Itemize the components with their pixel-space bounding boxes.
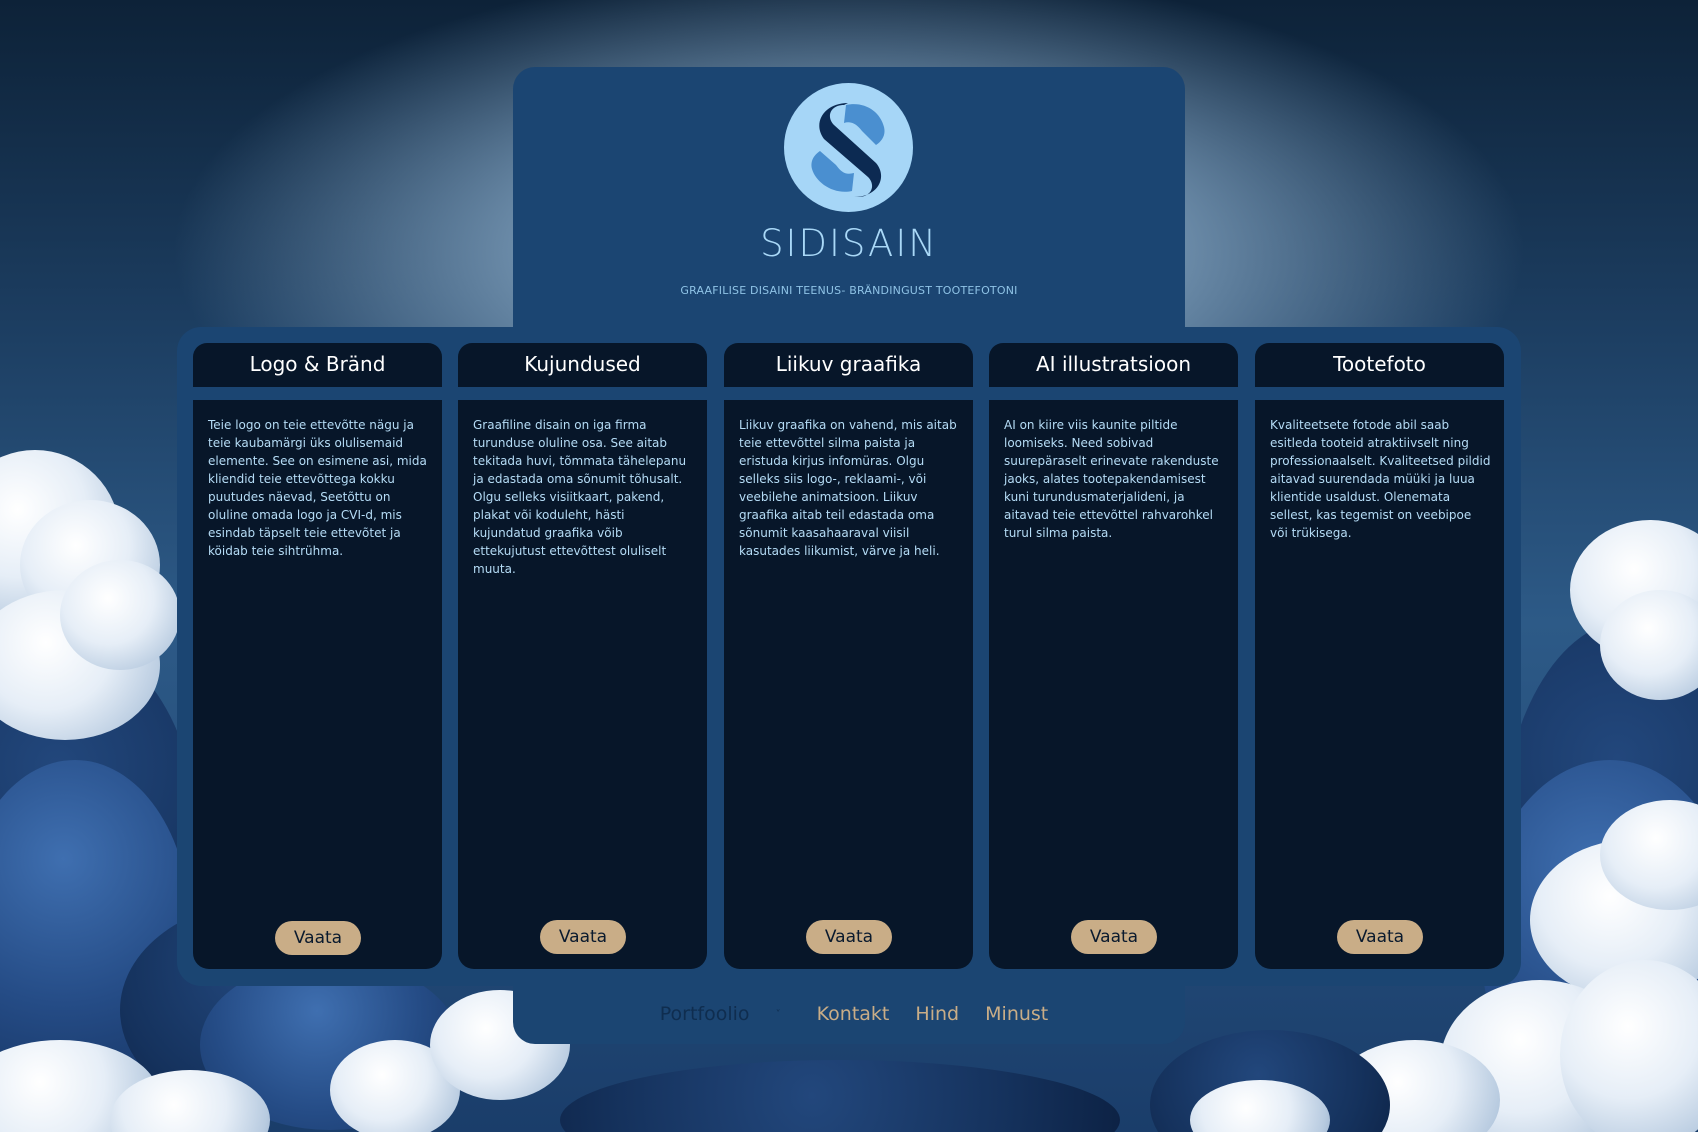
card-description: Kvaliteetsete fotode abil saab esitleda …	[1270, 418, 1491, 540]
footer-nav: Portfoolio ˅ Kontakt Hind Minust	[513, 1003, 1185, 1025]
view-motion-button[interactable]: Vaata	[806, 920, 892, 954]
nav-about[interactable]: Minust	[985, 1003, 1048, 1025]
nav-contact[interactable]: Kontakt	[817, 1003, 890, 1025]
brand-name: SIDISAIN	[760, 222, 938, 265]
card-body: Graafiline disain on iga firma turunduse…	[458, 400, 707, 969]
service-card-ai: AI illustratsioon AI on kiire viis kauni…	[989, 343, 1238, 969]
card-body: Kvaliteetsete fotode abil saab esitleda …	[1255, 400, 1504, 969]
page-background: SIDISAIN GRAAFILISE DISAINI TEENUS- BRÄN…	[0, 0, 1698, 1132]
card-description: AI on kiire viis kaunite piltide loomise…	[1004, 418, 1219, 540]
card-title: AI illustratsioon	[989, 343, 1238, 387]
card-body: Teie logo on teie ettevõtte nägu ja teie…	[193, 400, 442, 969]
nav-price[interactable]: Hind	[915, 1003, 959, 1025]
s-logo-icon[interactable]	[784, 83, 913, 212]
chevron-down-icon: ˅	[775, 1009, 781, 1020]
view-ai-button[interactable]: Vaata	[1071, 920, 1157, 954]
service-card-design: Kujundused Graafiline disain on iga firm…	[458, 343, 707, 969]
card-title: Liikuv graafika	[724, 343, 973, 387]
view-design-button[interactable]: Vaata	[540, 920, 626, 954]
nav-portfolio-label: Portfoolio	[659, 1003, 750, 1025]
view-logo-button[interactable]: Vaata	[275, 921, 361, 955]
card-body: Liikuv graafika on vahend, mis aitab tei…	[724, 400, 973, 969]
service-card-motion: Liikuv graafika Liikuv graafika on vahen…	[724, 343, 973, 969]
service-card-photo: Tootefoto Kvaliteetsete fotode abil saab…	[1255, 343, 1504, 969]
card-title: Tootefoto	[1255, 343, 1504, 387]
card-description: Liikuv graafika on vahend, mis aitab tei…	[739, 418, 957, 558]
nav-portfolio[interactable]: Portfoolio ˅	[650, 1003, 791, 1025]
card-description: Graafiline disain on iga firma turunduse…	[473, 418, 687, 576]
brand-tagline: GRAAFILISE DISAINI TEENUS- BRÄNDINGUST T…	[680, 284, 1018, 297]
card-title: Logo & Bränd	[193, 343, 442, 387]
view-photo-button[interactable]: Vaata	[1337, 920, 1423, 954]
card-title: Kujundused	[458, 343, 707, 387]
card-body: AI on kiire viis kaunite piltide loomise…	[989, 400, 1238, 969]
card-description: Teie logo on teie ettevõtte nägu ja teie…	[208, 418, 427, 558]
service-card-logo: Logo & Bränd Teie logo on teie ettevõtte…	[193, 343, 442, 969]
